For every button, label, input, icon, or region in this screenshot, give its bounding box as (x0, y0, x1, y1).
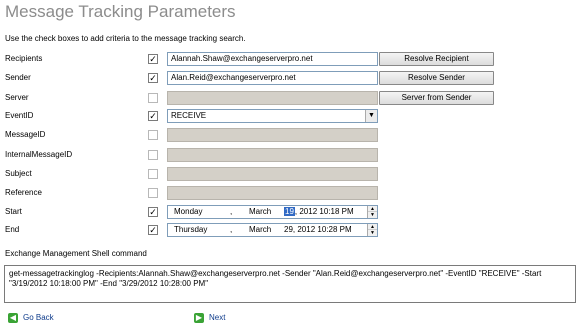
subject-input[interactable] (167, 167, 378, 181)
start-month: March (249, 207, 272, 216)
start-comma: , (230, 207, 233, 216)
server-from-sender-button[interactable]: Server from Sender (379, 91, 494, 105)
end-year-time: , 2012 10:28 PM (292, 225, 352, 234)
next-arrow-icon: ▶ (194, 313, 204, 323)
row-reference: Reference (0, 186, 580, 200)
end-checkbox[interactable]: ✓ (148, 225, 158, 235)
page-title: Message Tracking Parameters (5, 2, 236, 21)
start-day[interactable]: 19 (284, 207, 295, 216)
eventid-label: EventID (5, 111, 34, 120)
row-messageid: MessageID (0, 128, 580, 142)
subject-label: Subject (5, 169, 32, 178)
reference-input[interactable] (167, 186, 378, 200)
internalmessageid-label: InternalMessageID (5, 150, 73, 159)
end-spinner[interactable]: ▲ ▼ (367, 224, 377, 236)
recipients-input[interactable]: Alannah.Shaw@exchangeserverpro.net (167, 52, 378, 66)
internalmessageid-checkbox[interactable] (148, 150, 158, 160)
shell-command-textbox[interactable]: get-messagetrackinglog -Recipients:Alann… (4, 265, 576, 303)
start-datetime-picker[interactable]: Monday , March 19, 2012 10:18 PM ▲ ▼ (167, 205, 378, 219)
row-end: End ✓ Thursday , March 29, 2012 10:28 PM… (0, 223, 580, 237)
end-label: End (5, 225, 20, 234)
server-input[interactable] (167, 91, 378, 105)
recipients-label: Recipients (5, 54, 43, 63)
resolve-recipient-button[interactable]: Resolve Recipient (379, 52, 494, 66)
go-back-label: Go Back (23, 313, 54, 323)
page-subtitle: Use the check boxes to add criteria to t… (5, 34, 246, 43)
spin-down-icon[interactable]: ▼ (368, 230, 377, 236)
next-link[interactable]: ▶ Next (194, 313, 225, 323)
row-internalmessageid: InternalMessageID (0, 148, 580, 162)
start-year-time: , 2012 10:18 PM (294, 207, 354, 216)
shell-command-label: Exchange Management Shell command (5, 249, 147, 258)
back-arrow-icon: ◀ (8, 313, 18, 323)
start-weekday: Monday (174, 207, 203, 216)
messageid-input[interactable] (167, 128, 378, 142)
reference-label: Reference (5, 188, 42, 197)
start-label: Start (5, 207, 22, 216)
sender-label: Sender (5, 73, 31, 82)
end-weekday: Thursday (174, 225, 208, 234)
resolve-sender-button[interactable]: Resolve Sender (379, 71, 494, 85)
eventid-selected-value: RECEIVE (171, 111, 207, 120)
spin-down-icon[interactable]: ▼ (368, 212, 377, 218)
messageid-label: MessageID (5, 130, 46, 139)
reference-checkbox[interactable] (148, 188, 158, 198)
sender-input[interactable]: Alan.Reid@exchangeserverpro.net (167, 71, 378, 85)
start-day-segment: 19, 2012 10:18 PM (284, 206, 354, 218)
eventid-select[interactable]: RECEIVE ▼ (167, 109, 378, 123)
start-checkbox[interactable]: ✓ (148, 207, 158, 217)
end-day[interactable]: 29 (284, 225, 293, 234)
server-label: Server (5, 93, 29, 102)
end-month: March (249, 225, 272, 234)
start-spinner[interactable]: ▲ ▼ (367, 206, 377, 218)
row-recipients: Recipients ✓ Alannah.Shaw@exchangeserver… (0, 52, 580, 66)
end-comma: , (230, 225, 233, 234)
row-subject: Subject (0, 167, 580, 181)
end-day-segment: 29, 2012 10:28 PM (284, 224, 352, 236)
next-label: Next (209, 313, 226, 323)
messageid-checkbox[interactable] (148, 130, 158, 140)
row-start: Start ✓ Monday , March 19, 2012 10:18 PM… (0, 205, 580, 219)
recipients-checkbox[interactable]: ✓ (148, 54, 158, 64)
end-datetime-picker[interactable]: Thursday , March 29, 2012 10:28 PM ▲ ▼ (167, 223, 378, 237)
go-back-link[interactable]: ◀ Go Back (8, 313, 54, 323)
eventid-checkbox[interactable]: ✓ (148, 111, 158, 121)
subject-checkbox[interactable] (148, 169, 158, 179)
server-checkbox[interactable] (148, 93, 158, 103)
row-eventid: EventID ✓ RECEIVE ▼ (0, 109, 580, 123)
internalmessageid-input[interactable] (167, 148, 378, 162)
row-server: Server Server from Sender (0, 91, 580, 105)
chevron-down-icon[interactable]: ▼ (365, 110, 377, 122)
sender-checkbox[interactable]: ✓ (148, 73, 158, 83)
row-sender: Sender ✓ Alan.Reid@exchangeserverpro.net… (0, 71, 580, 85)
